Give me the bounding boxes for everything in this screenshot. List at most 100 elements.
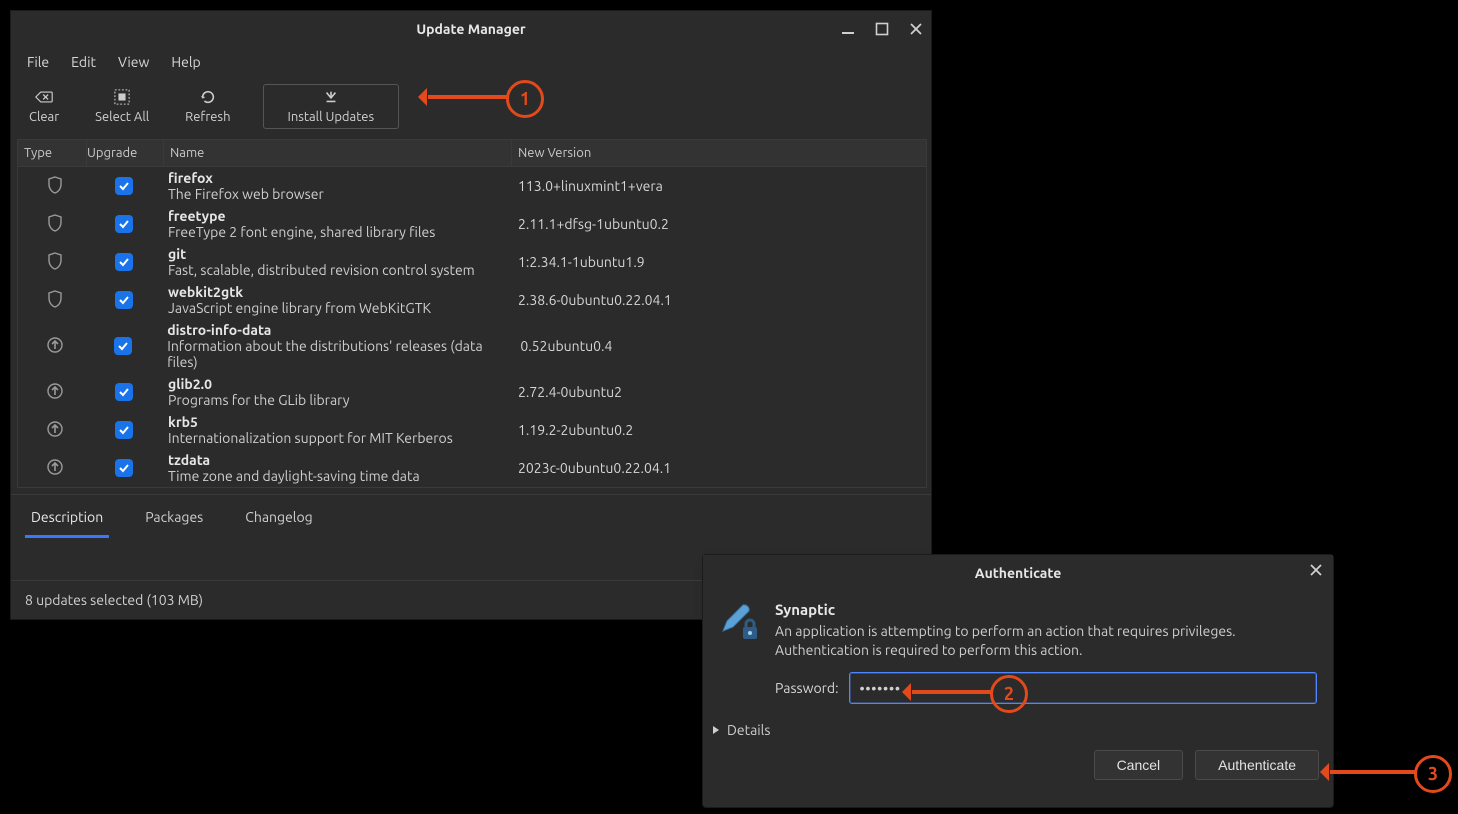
col-header-type[interactable]: Type xyxy=(18,140,87,166)
shield-icon xyxy=(47,252,63,273)
name-cell: gitFast, scalable, distributed revision … xyxy=(162,246,512,278)
menu-help[interactable]: Help xyxy=(161,50,210,74)
name-cell: distro-info-dataInformation about the di… xyxy=(161,322,514,370)
package-description: Programs for the GLib library xyxy=(168,392,512,408)
table-row[interactable]: krb5Internationalization support for MIT… xyxy=(18,411,926,449)
maximize-button[interactable] xyxy=(873,20,891,38)
toolbar-clear[interactable]: Clear xyxy=(25,87,63,126)
type-cell xyxy=(18,382,86,403)
upgrade-cell xyxy=(86,421,162,439)
version-cell: 0.52ubuntu0.4 xyxy=(514,338,926,354)
table-row[interactable]: distro-info-dataInformation about the di… xyxy=(18,319,926,373)
name-cell: krb5Internationalization support for MIT… xyxy=(162,414,512,446)
package-description: Time zone and daylight-saving time data xyxy=(168,468,512,484)
minimize-button[interactable] xyxy=(839,20,857,38)
menu-view[interactable]: View xyxy=(108,50,159,74)
package-description: FreeType 2 font engine, shared library f… xyxy=(168,224,512,240)
tab-changelog[interactable]: Changelog xyxy=(239,505,318,538)
updates-table-wrap: Type Upgrade Name New Version firefoxThe… xyxy=(11,139,931,488)
upgrade-cell xyxy=(86,177,162,195)
menubar: File Edit View Help xyxy=(11,47,931,77)
col-header-upgrade[interactable]: Upgrade xyxy=(87,140,164,166)
menu-edit[interactable]: Edit xyxy=(61,50,106,74)
titlebar: Update Manager xyxy=(11,11,931,47)
window-title: Update Manager xyxy=(416,21,525,37)
table-row[interactable]: gitFast, scalable, distributed revision … xyxy=(18,243,926,281)
toolbar-select-all[interactable]: Select All xyxy=(91,87,153,126)
select-all-icon xyxy=(113,89,131,108)
package-name: distro-info-data xyxy=(167,322,514,338)
version-cell: 113.0+linuxmint1+vera xyxy=(512,178,926,194)
package-name: firefox xyxy=(168,170,512,186)
toolbar-install-label: Install Updates xyxy=(288,110,375,124)
table-row[interactable]: tzdataTime zone and daylight-saving time… xyxy=(18,449,926,487)
package-name: git xyxy=(168,246,512,262)
toolbar: Clear Select All Refresh Install Updates xyxy=(11,77,931,139)
package-description: Information about the distributions' rel… xyxy=(167,338,514,370)
toolbar-install-updates[interactable]: Install Updates xyxy=(263,84,400,129)
upgrade-checkbox[interactable] xyxy=(115,291,133,309)
clear-icon xyxy=(35,89,53,108)
col-header-version[interactable]: New Version xyxy=(512,146,926,160)
update-arrow-icon xyxy=(47,458,63,479)
package-name: krb5 xyxy=(168,414,512,430)
type-cell xyxy=(18,252,86,273)
annotation-marker-3: 3 xyxy=(1414,755,1452,793)
cancel-button[interactable]: Cancel xyxy=(1094,750,1184,780)
type-cell xyxy=(18,214,86,235)
upgrade-checkbox[interactable] xyxy=(115,383,133,401)
toolbar-refresh-label: Refresh xyxy=(185,110,230,124)
col-header-name[interactable]: Name xyxy=(164,140,512,166)
auth-close-button[interactable] xyxy=(1309,563,1323,580)
status-text: 8 updates selected (103 MB) xyxy=(25,592,203,608)
details-expander[interactable]: Details xyxy=(703,704,1333,742)
tab-description[interactable]: Description xyxy=(25,505,109,538)
upgrade-checkbox[interactable] xyxy=(115,215,133,233)
auth-app-name: Synaptic xyxy=(775,601,1317,618)
type-cell xyxy=(18,336,86,357)
upgrade-cell xyxy=(86,253,162,271)
table-row[interactable]: webkit2gtkJavaScript engine library from… xyxy=(18,281,926,319)
auth-text-block: Synaptic An application is attempting to… xyxy=(775,601,1317,660)
auth-window-title: Authenticate xyxy=(975,565,1062,581)
upgrade-checkbox[interactable] xyxy=(115,459,133,477)
authenticate-button[interactable]: Authenticate xyxy=(1195,750,1319,780)
auth-button-row: Cancel Authenticate xyxy=(703,742,1333,794)
details-label: Details xyxy=(727,722,770,738)
type-cell xyxy=(18,458,86,479)
updates-table: Type Upgrade Name New Version firefoxThe… xyxy=(17,139,927,488)
table-body: firefoxThe Firefox web browser113.0+linu… xyxy=(18,167,926,487)
package-name: tzdata xyxy=(168,452,512,468)
menu-file[interactable]: File xyxy=(17,50,59,74)
update-arrow-icon xyxy=(47,420,63,441)
password-input[interactable] xyxy=(849,672,1317,704)
table-row[interactable]: glib2.0Programs for the GLib library2.72… xyxy=(18,373,926,411)
name-cell: tzdataTime zone and daylight-saving time… xyxy=(162,452,512,484)
update-arrow-icon xyxy=(47,336,63,357)
name-cell: freetypeFreeType 2 font engine, shared l… xyxy=(162,208,512,240)
key-lock-icon xyxy=(719,601,761,643)
type-cell xyxy=(18,420,86,441)
upgrade-checkbox[interactable] xyxy=(115,253,133,271)
type-cell xyxy=(18,290,86,311)
version-cell: 2.11.1+dfsg-1ubuntu0.2 xyxy=(512,216,926,232)
table-row[interactable]: freetypeFreeType 2 font engine, shared l… xyxy=(18,205,926,243)
version-cell: 1.19.2-2ubuntu0.2 xyxy=(512,422,926,438)
tab-packages[interactable]: Packages xyxy=(139,505,209,538)
window-controls xyxy=(839,11,925,47)
close-button[interactable] xyxy=(907,20,925,38)
shield-icon xyxy=(47,290,63,311)
update-manager-window: Update Manager File Edit View Help Clear xyxy=(10,10,932,620)
shield-icon xyxy=(47,214,63,235)
upgrade-cell xyxy=(86,459,162,477)
toolbar-refresh[interactable]: Refresh xyxy=(181,87,234,126)
upgrade-checkbox[interactable] xyxy=(115,421,133,439)
upgrade-checkbox[interactable] xyxy=(115,177,133,195)
upgrade-checkbox[interactable] xyxy=(114,337,132,355)
update-arrow-icon xyxy=(47,382,63,403)
toolbar-clear-label: Clear xyxy=(29,110,59,124)
annotation-arrow-3 xyxy=(1330,770,1416,774)
version-cell: 1:2.34.1-1ubuntu1.9 xyxy=(512,254,926,270)
password-label: Password: xyxy=(775,680,839,696)
table-row[interactable]: firefoxThe Firefox web browser113.0+linu… xyxy=(18,167,926,205)
